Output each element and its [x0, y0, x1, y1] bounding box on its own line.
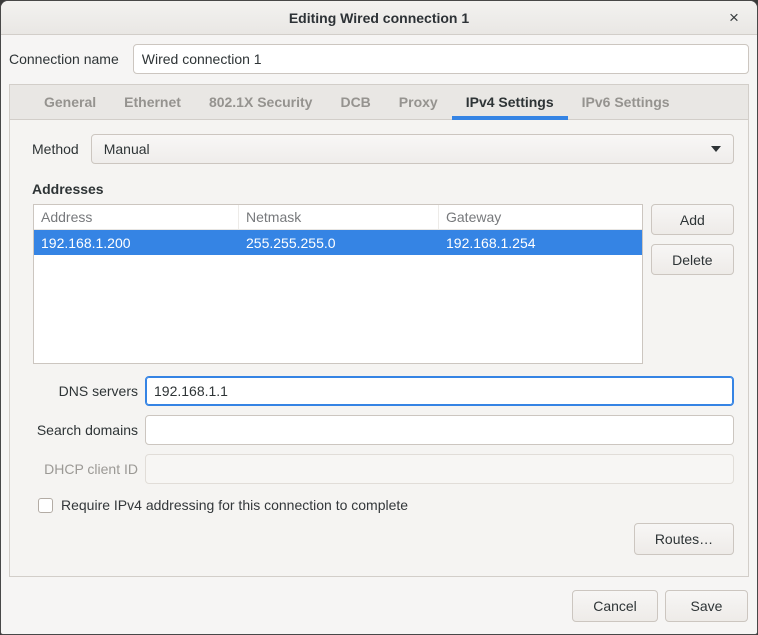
active-tab-underline: [452, 116, 568, 120]
close-icon[interactable]: ×: [719, 1, 749, 34]
connection-name-input[interactable]: [133, 44, 749, 74]
require-ipv4-checkbox[interactable]: [38, 498, 53, 513]
chevron-down-icon: [711, 146, 721, 152]
tab-strip: General Ethernet 802.1X Security DCB Pro…: [10, 85, 748, 120]
connection-name-row: Connection name: [1, 35, 757, 83]
cell-netmask: 255.255.255.0: [239, 230, 439, 255]
addresses-title: Addresses: [32, 181, 734, 197]
connection-name-label: Connection name: [9, 51, 119, 67]
dialog-window: Editing Wired connection 1 × Connection …: [0, 0, 758, 635]
require-ipv4-label: Require IPv4 addressing for this connect…: [61, 497, 408, 513]
column-header-gateway[interactable]: Gateway: [439, 205, 642, 229]
tab-proxy[interactable]: Proxy: [385, 85, 452, 119]
save-button[interactable]: Save: [665, 590, 748, 622]
window-title: Editing Wired connection 1: [289, 10, 469, 26]
ipv4-settings-panel: Method Manual Addresses Address Netmask …: [10, 120, 748, 576]
tab-ethernet[interactable]: Ethernet: [110, 85, 195, 119]
cancel-button[interactable]: Cancel: [572, 590, 658, 622]
cell-gateway: 192.168.1.254: [439, 230, 642, 255]
search-domains-row: Search domains: [24, 415, 734, 445]
addresses-section: Address Netmask Gateway 192.168.1.200 25…: [33, 204, 734, 364]
titlebar: Editing Wired connection 1 ×: [1, 1, 757, 35]
routes-button[interactable]: Routes…: [634, 523, 734, 555]
dialog-action-area: Cancel Save: [1, 577, 757, 634]
add-button[interactable]: Add: [651, 204, 734, 235]
dhcp-client-id-label: DHCP client ID: [24, 461, 138, 477]
addresses-table-header: Address Netmask Gateway: [34, 205, 642, 230]
table-row[interactable]: 192.168.1.200 255.255.255.0 192.168.1.25…: [34, 230, 642, 255]
routes-row: Routes…: [24, 523, 734, 555]
column-header-address[interactable]: Address: [34, 205, 239, 229]
method-label: Method: [32, 141, 79, 157]
dhcp-client-id-input: [145, 454, 734, 484]
delete-button[interactable]: Delete: [651, 244, 734, 275]
method-row: Method Manual: [24, 134, 734, 164]
column-header-netmask[interactable]: Netmask: [239, 205, 439, 229]
dhcp-client-id-row: DHCP client ID: [24, 454, 734, 484]
method-value: Manual: [104, 141, 150, 157]
cell-address: 192.168.1.200: [34, 230, 239, 255]
tab-dcb[interactable]: DCB: [326, 85, 384, 119]
method-dropdown[interactable]: Manual: [91, 134, 734, 164]
addresses-buttons: Add Delete: [651, 204, 734, 275]
dns-servers-label: DNS servers: [24, 383, 138, 399]
dns-servers-row: DNS servers: [24, 376, 734, 406]
tab-general[interactable]: General: [30, 85, 110, 119]
search-domains-label: Search domains: [24, 422, 138, 438]
addresses-table: Address Netmask Gateway 192.168.1.200 25…: [33, 204, 643, 364]
settings-notebook: General Ethernet 802.1X Security DCB Pro…: [9, 84, 749, 577]
tab-ipv4-settings[interactable]: IPv4 Settings: [452, 85, 568, 119]
dns-servers-input[interactable]: [145, 376, 734, 406]
tab-8021x-security[interactable]: 802.1X Security: [195, 85, 327, 119]
search-domains-input[interactable]: [145, 415, 734, 445]
tab-ipv6-settings[interactable]: IPv6 Settings: [568, 85, 684, 119]
require-ipv4-row: Require IPv4 addressing for this connect…: [38, 497, 734, 513]
